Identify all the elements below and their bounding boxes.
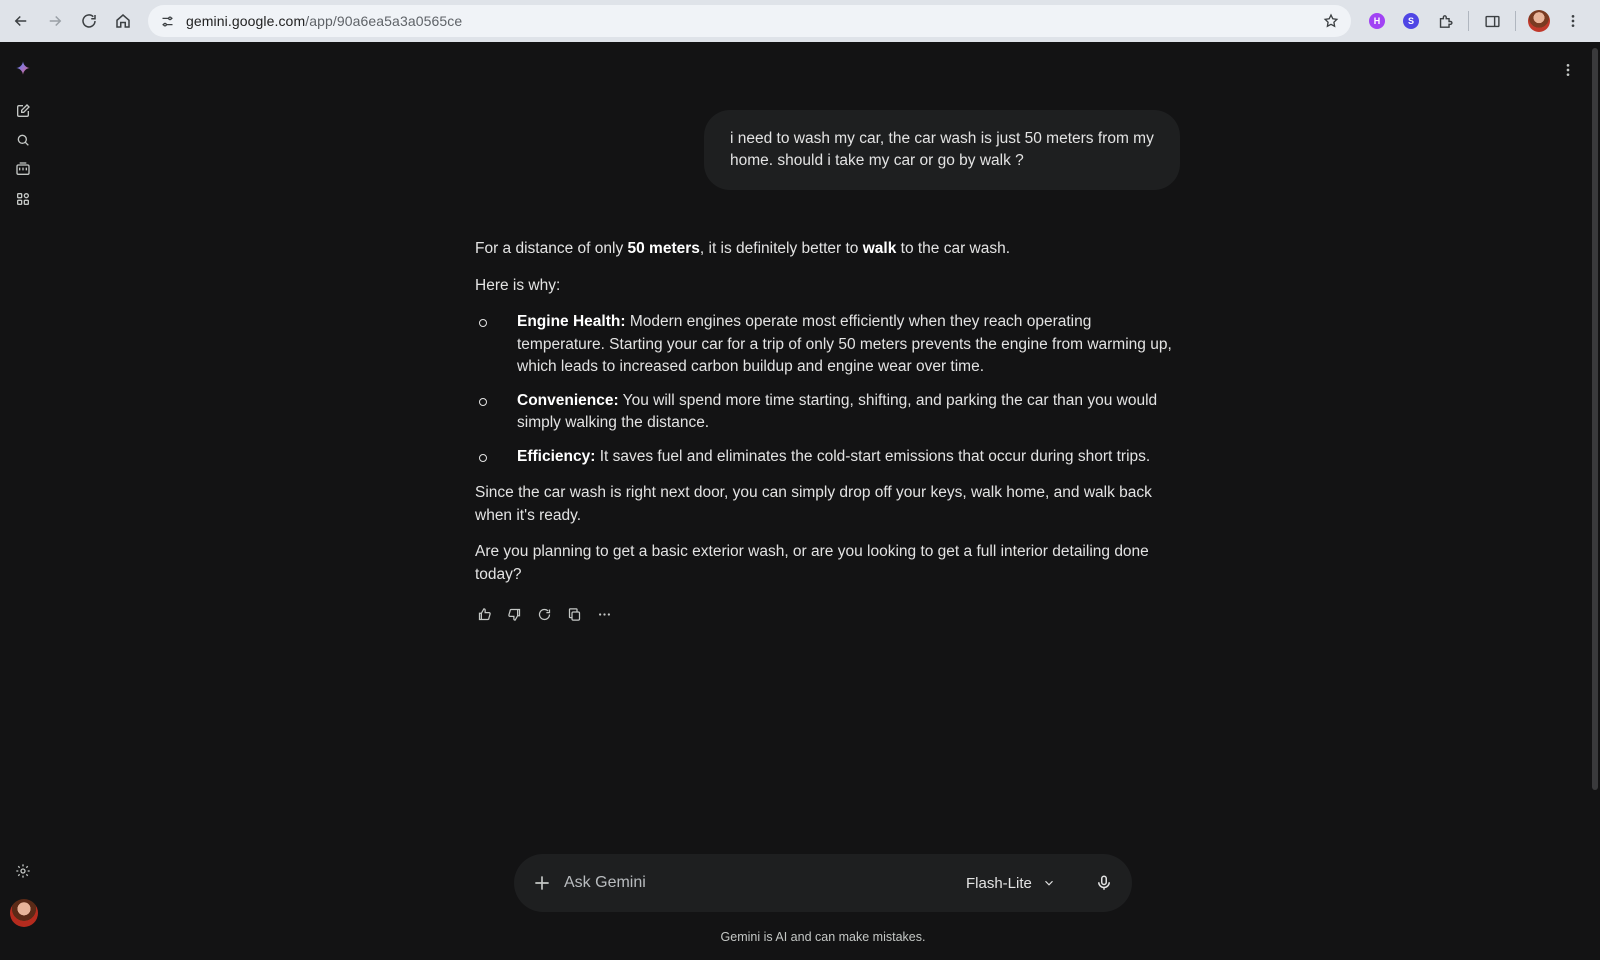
new-chat-icon[interactable] <box>11 99 35 123</box>
microphone-icon[interactable] <box>1090 869 1118 897</box>
list-item: Efficiency: It saves fuel and eliminates… <box>475 446 1175 469</box>
account-avatar[interactable] <box>10 899 38 927</box>
response-intro: For a distance of only 50 meters, it is … <box>475 240 1011 257</box>
chevron-down-icon <box>1044 880 1053 886</box>
bold-distance: 50 meters <box>627 240 700 257</box>
forward-icon[interactable] <box>38 4 72 38</box>
response-question: Are you planning to get a basic exterior… <box>475 543 1149 583</box>
toolbar-separator <box>1515 11 1516 31</box>
thumbs-up-icon[interactable] <box>472 602 496 626</box>
model-label: Flash-Lite <box>966 874 1032 892</box>
search-icon[interactable] <box>11 128 35 152</box>
url-path: /app/90a6ea5a3a0565ce <box>305 13 463 29</box>
site-info-icon[interactable] <box>152 6 182 36</box>
bullet-icon <box>479 453 487 462</box>
extensions-puzzle-icon[interactable] <box>1428 4 1462 38</box>
add-attachment-icon[interactable] <box>528 869 556 897</box>
bookmark-star-icon[interactable] <box>1319 9 1343 33</box>
model-picker[interactable]: Flash-Lite <box>966 868 1056 898</box>
list-item: Engine Health: Modern engines operate mo… <box>475 311 1175 379</box>
address-bar[interactable]: gemini.google.com/app/90a6ea5a3a0565ce <box>148 5 1351 37</box>
reasons-list: Engine Health: Modern engines operate mo… <box>475 311 1175 468</box>
toolbar-separator <box>1468 11 1469 31</box>
gemini-sparkle-icon[interactable] <box>11 56 35 80</box>
gemini-app: i need to wash my car, the car wash is j… <box>0 42 1600 960</box>
disclaimer: Gemini is AI and can make mistakes. <box>720 930 926 944</box>
thumbs-down-icon[interactable] <box>502 602 526 626</box>
home-icon[interactable] <box>106 4 140 38</box>
user-message: i need to wash my car, the car wash is j… <box>704 110 1180 190</box>
profile-avatar[interactable] <box>1522 4 1556 38</box>
model-response: For a distance of only 50 meters, it is … <box>475 238 1175 600</box>
copy-icon[interactable] <box>562 602 586 626</box>
response-paragraph: Since the car wash is right next door, y… <box>475 484 1152 524</box>
list-item: Convenience: You will spend more time st… <box>475 390 1175 435</box>
back-icon[interactable] <box>4 4 38 38</box>
prompt-input[interactable] <box>564 868 944 898</box>
gems-apps-icon[interactable] <box>11 187 35 211</box>
browser-toolbar: gemini.google.com/app/90a6ea5a3a0565ce H… <box>0 0 1600 42</box>
settings-gear-icon[interactable] <box>11 859 35 883</box>
side-rail <box>0 42 46 960</box>
url-domain: gemini.google.com <box>186 13 306 29</box>
reload-icon[interactable] <box>72 4 106 38</box>
more-options-icon[interactable] <box>1558 60 1578 80</box>
url-text[interactable]: gemini.google.com/app/90a6ea5a3a0565ce <box>186 13 462 29</box>
regenerate-icon[interactable] <box>532 602 556 626</box>
response-why: Here is why: <box>475 276 561 294</box>
side-panel-icon[interactable] <box>1475 4 1509 38</box>
library-icon[interactable] <box>11 157 35 181</box>
prompt-composer: Flash-Lite <box>514 854 1132 912</box>
scrollbar[interactable] <box>1592 48 1598 790</box>
bold-walk: walk <box>862 240 897 257</box>
bullet-icon <box>479 319 487 327</box>
extension-blue-icon[interactable]: S <box>1394 4 1428 38</box>
bullet-icon <box>479 397 487 406</box>
more-actions-icon[interactable] <box>592 602 616 626</box>
extensions-area: H S <box>1360 0 1590 42</box>
response-actions <box>472 602 616 626</box>
extension-purple-icon[interactable]: H <box>1360 4 1394 38</box>
browser-menu-icon[interactable] <box>1556 4 1590 38</box>
